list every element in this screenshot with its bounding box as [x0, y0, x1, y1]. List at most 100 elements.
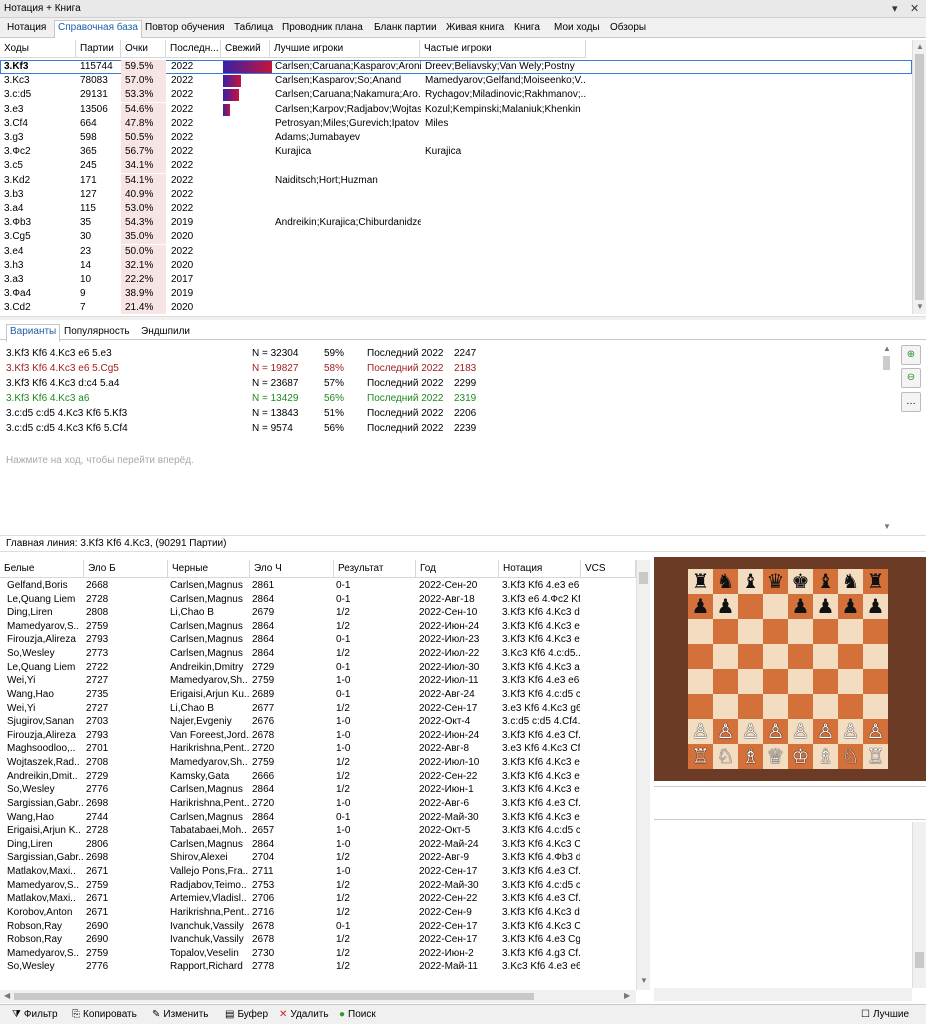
- variant-tab-1[interactable]: Популярность: [61, 325, 133, 342]
- variant-row[interactable]: 3.Kf3 Kf6 4.Kc3 a6 N = 13429 56% Последний …: [6, 391, 886, 406]
- moves-row[interactable]: 3.b3 127 40.9% 2022: [0, 187, 912, 202]
- game-row[interactable]: Le,Quang Liem 2728 Carlsen,Magnus 2864 0-1 20…: [0, 593, 636, 607]
- delete-button[interactable]: ✕ Удалить: [279, 1009, 329, 1020]
- tab-0[interactable]: Нотация: [4, 21, 49, 38]
- game-row[interactable]: Maghsoodloo,.. 2701 Harikrishna,Pent.. 2720…: [0, 742, 636, 756]
- moves-row[interactable]: 3.g3 598 50.5% 2022 Adams;Jumabayev: [0, 131, 912, 145]
- tab-8[interactable]: Мои ходы: [551, 21, 603, 38]
- board-square[interactable]: ♝: [738, 569, 763, 594]
- variant-row[interactable]: 3.Kf3 Kf6 4.Kc3 d:c4 5.a4 N = 23687 57% Пос…: [6, 376, 886, 391]
- moves-row[interactable]: 3.a4 115 53.0% 2022: [0, 202, 912, 216]
- moves-header-2[interactable]: Очки: [121, 40, 166, 58]
- moves-header-0[interactable]: Ходы: [0, 40, 76, 58]
- variant-row[interactable]: 3.Kf3 Kf6 4.Kc3 e6 5.Cg5 N = 19827 58% Посл…: [6, 361, 886, 376]
- games-header-4[interactable]: Результат: [334, 560, 416, 578]
- game-row[interactable]: Sargissian,Gabr.. 2698 Harikrishna,Pent.. 2…: [0, 797, 636, 811]
- variant-tab-2[interactable]: Эндшпили: [138, 325, 193, 342]
- tab-9[interactable]: Обзоры: [607, 21, 649, 38]
- game-row[interactable]: Andreikin,Dmit.. 2729 Kamsky,Gata 2666 1/2 20…: [0, 770, 636, 784]
- board-square[interactable]: ♚: [788, 569, 813, 594]
- board-square[interactable]: ♟: [688, 594, 713, 619]
- board-square[interactable]: [713, 644, 738, 669]
- board-square[interactable]: [713, 669, 738, 694]
- scroll-down-icon[interactable]: ▼: [916, 302, 924, 311]
- moves-row[interactable]: 3.Kd2 171 54.1% 2022 Naiditsch;Hort;Huzman: [0, 173, 912, 188]
- games-header-3[interactable]: Эло Ч: [250, 560, 334, 578]
- game-row[interactable]: Wei,Yi 2727 Mamedyarov,Sh.. 2759 1-0 2022-Июл…: [0, 674, 636, 688]
- game-row[interactable]: Mamedyarov,S.. 2759 Radjabov,Teimo.. 2753 1/…: [0, 879, 636, 893]
- board-square[interactable]: [688, 644, 713, 669]
- tab-7[interactable]: Книга: [511, 21, 543, 38]
- games-header-7[interactable]: VCS: [581, 560, 636, 578]
- board-square[interactable]: [838, 694, 863, 719]
- board-square[interactable]: [863, 619, 888, 644]
- tab-3[interactable]: Таблица: [231, 21, 276, 38]
- zoom-in-icon[interactable]: ⊕: [901, 345, 921, 365]
- edit-button[interactable]: ✎ Изменить: [152, 1009, 209, 1020]
- games-scrollbar[interactable]: ▼: [636, 560, 650, 990]
- scroll-right-icon[interactable]: ▶: [624, 991, 630, 1000]
- scroll-left-icon[interactable]: ◀: [4, 991, 10, 1000]
- game-row[interactable]: Matlakov,Maxi.. 2671 Vallejo Pons,Fra.. 271…: [0, 865, 636, 879]
- scroll-up-icon[interactable]: ▲: [883, 344, 891, 353]
- moves-row[interactable]: 3.h3 14 32.1% 2020: [0, 258, 912, 273]
- game-row[interactable]: Robson,Ray 2690 Ivanchuk,Vassily 2678 1/2 202…: [0, 933, 636, 947]
- game-row[interactable]: Sjugirov,Sanan 2703 Najer,Evgeniy 2676 1-0 20…: [0, 715, 636, 729]
- board-square[interactable]: [813, 669, 838, 694]
- board-square[interactable]: ♙: [713, 719, 738, 744]
- board-square[interactable]: ♟: [788, 594, 813, 619]
- games-header-0[interactable]: Белые: [0, 560, 84, 578]
- board-square[interactable]: ♙: [788, 719, 813, 744]
- tab-1[interactable]: Справочная база: [54, 20, 142, 38]
- board-square[interactable]: [713, 694, 738, 719]
- moves-row[interactable]: 3.Фc2 365 56.7% 2022 Kurajica Kurajica: [0, 145, 912, 160]
- board-square[interactable]: ♙: [763, 719, 788, 744]
- game-row[interactable]: So,Wesley 2773 Carlsen,Magnus 2864 1/2 2022-И…: [0, 647, 636, 661]
- game-row[interactable]: Gelfand,Boris 2668 Carlsen,Magnus 2861 0-1 20…: [0, 579, 636, 593]
- notes-hscrollbar[interactable]: [654, 988, 912, 1001]
- board-square[interactable]: [763, 644, 788, 669]
- game-row[interactable]: Mamedyarov,S.. 2759 Carlsen,Magnus 2864 1/2 2…: [0, 620, 636, 634]
- moves-header-1[interactable]: Партии: [76, 40, 121, 58]
- moves-scrollbar[interactable]: ▲ ▼: [912, 40, 926, 314]
- board-square[interactable]: ♔: [788, 744, 813, 769]
- board-square[interactable]: [713, 619, 738, 644]
- moves-header-6[interactable]: Частые игроки: [420, 40, 586, 58]
- board-square[interactable]: ♗: [738, 744, 763, 769]
- moves-row[interactable]: 3.Cf4 664 47.8% 2022 Petrosyan;Miles;Gurevic…: [0, 116, 912, 131]
- game-row[interactable]: Wei,Yi 2727 Li,Chao B 2677 1/2 2022-Сен-17 3.e…: [0, 702, 636, 716]
- board-square[interactable]: [863, 644, 888, 669]
- board-square[interactable]: ♞: [713, 569, 738, 594]
- board-square[interactable]: ♘: [713, 744, 738, 769]
- board-square[interactable]: ♙: [863, 719, 888, 744]
- board-square[interactable]: [688, 694, 713, 719]
- board-square[interactable]: [763, 594, 788, 619]
- game-row[interactable]: Matlakov,Maxi.. 2671 Artemiev,Vladisl.. 270…: [0, 892, 636, 906]
- board-square[interactable]: ♟: [713, 594, 738, 619]
- board-square[interactable]: [738, 644, 763, 669]
- moves-row[interactable]: 3.Фa4 9 38.9% 2019: [0, 287, 912, 302]
- tab-2[interactable]: Повтор обучения: [142, 21, 228, 38]
- moves-row[interactable]: 3.Cd2 7 21.4% 2020: [0, 301, 912, 314]
- moves-row[interactable]: 3.c:d5 29131 53.3% 2022 Carlsen;Caruana;Naka…: [0, 88, 912, 103]
- board-square[interactable]: [738, 594, 763, 619]
- games-header-1[interactable]: Эло Б: [84, 560, 168, 578]
- chess-board[interactable]: ♜ ♞ ♝ ♛ ♚ ♝ ♞ ♜ ♟ ♟ ♟ ♟ ♟ ♟ ♙ ♙ ♙ ♙ ♙ ♙ ♙ ♙ ♖ ♘ ♗ ♕ ♔ ♗ ♘ ♖: [688, 569, 888, 769]
- games-scroll-thumb[interactable]: [639, 572, 648, 584]
- variants-scrollbar[interactable]: ▲ ▼: [880, 344, 894, 534]
- moves-header-4[interactable]: Свежий: [221, 40, 270, 58]
- board-square[interactable]: [763, 669, 788, 694]
- game-row[interactable]: So,Wesley 2776 Carlsen,Magnus 2864 1/2 2022-И…: [0, 783, 636, 797]
- filter-button[interactable]: ⧩ Фильтр: [12, 1009, 58, 1020]
- board-square[interactable]: ♟: [838, 594, 863, 619]
- tab-5[interactable]: Бланк партии: [371, 21, 440, 38]
- game-row[interactable]: Robson,Ray 2690 Ivanchuk,Vassily 2678 0-1 202…: [0, 920, 636, 934]
- board-square[interactable]: ♖: [688, 744, 713, 769]
- game-row[interactable]: Wang,Hao 2744 Carlsen,Magnus 2864 0-1 2022-Ма…: [0, 811, 636, 825]
- board-square[interactable]: [688, 619, 713, 644]
- close-icon[interactable]: ✕: [910, 2, 919, 15]
- games-header-2[interactable]: Черные: [168, 560, 250, 578]
- board-square[interactable]: [838, 669, 863, 694]
- moves-row[interactable]: 3.Фb3 35 54.3% 2019 Andreikin;Kurajica;Chibu…: [0, 216, 912, 231]
- variant-tab-0[interactable]: Варианты: [6, 324, 61, 342]
